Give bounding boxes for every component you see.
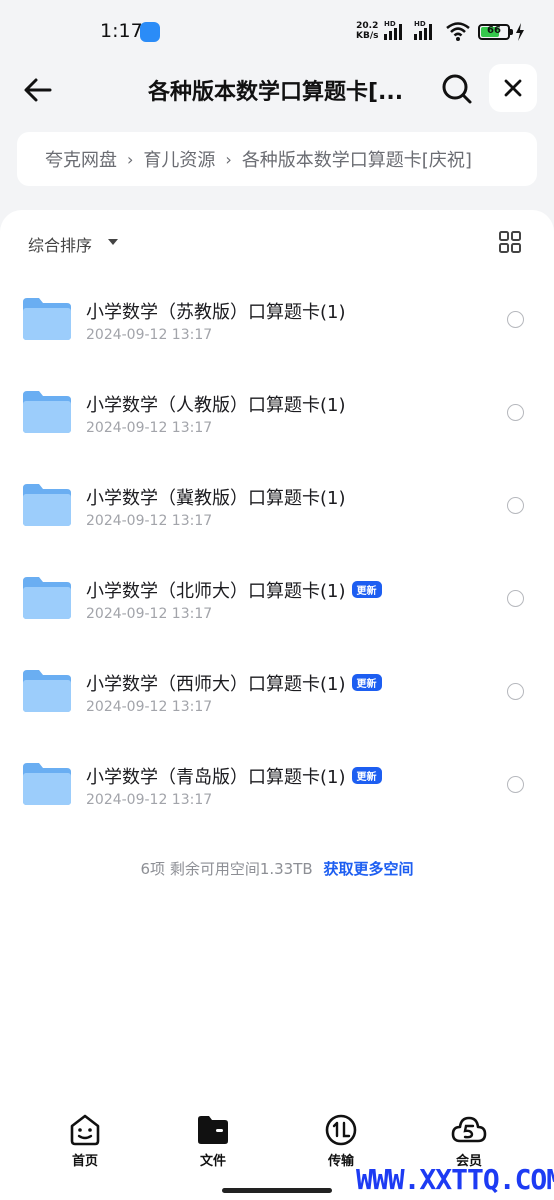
wifi-icon (446, 22, 470, 41)
close-icon (504, 79, 522, 97)
status-time: 1:17 (100, 20, 143, 42)
signal-1-label: HD (384, 20, 396, 28)
folder-icon (23, 670, 71, 712)
back-arrow-icon[interactable] (22, 74, 54, 106)
list-item[interactable]: 小学数学（青岛版）口算题卡(1) 更新 2024-09-12 13:17 (0, 733, 554, 826)
battery-tip (510, 29, 513, 35)
breadcrumb-item-parent[interactable]: 育儿资源 (143, 146, 215, 172)
update-badge: 更新 (351, 581, 382, 598)
storage-info: 6项 剩余可用空间1.33TB 获取更多空间 (0, 858, 554, 879)
signal-2-label: HD (414, 20, 426, 28)
file-list: 小学数学（苏教版）口算题卡(1) 2024-09-12 13:17 小学数学（人… (0, 268, 554, 826)
get-more-space-link[interactable]: 获取更多空间 (323, 860, 413, 878)
file-name: 小学数学（冀教版）口算题卡(1) (86, 488, 346, 509)
nav-item-home[interactable]: 首页 (45, 1114, 125, 1169)
file-date: 2024-09-12 13:17 (86, 420, 213, 436)
breadcrumb: 夸克网盘 › 育儿资源 › 各种版本数学口算题卡[庆祝] (17, 132, 537, 186)
list-item[interactable]: 小学数学（人教版）口算题卡(1) 2024-09-12 13:17 (0, 361, 554, 454)
select-checkbox[interactable] (507, 683, 524, 700)
folder-icon (23, 391, 71, 433)
update-badge: 更新 (351, 674, 382, 691)
file-date: 2024-09-12 13:17 (86, 606, 213, 622)
network-speed: 20.2 KB/s (356, 21, 378, 41)
breadcrumb-item-root[interactable]: 夸克网盘 (45, 146, 117, 172)
search-icon[interactable] (440, 72, 474, 106)
list-item[interactable]: 小学数学（冀教版）口算题卡(1) 2024-09-12 13:17 (0, 454, 554, 547)
list-item[interactable]: 小学数学（北师大）口算题卡(1) 更新 2024-09-12 13:17 (0, 547, 554, 640)
breadcrumb-item-current: 各种版本数学口算题卡[庆祝] (241, 150, 472, 171)
page-title: 各种版本数学口算题卡[... (148, 80, 404, 105)
battery-icon: 66 (478, 24, 510, 40)
membership-cloud-icon (451, 1116, 487, 1143)
home-indicator[interactable] (222, 1188, 332, 1193)
storage-summary: 6项 剩余可用空间1.33TB (140, 860, 313, 878)
charging-icon (516, 23, 524, 41)
file-name: 小学数学（人教版）口算题卡(1) (86, 395, 346, 416)
status-bar: 1:17 20.2 KB/s HD HD 66 (0, 0, 554, 62)
update-badge: 更新 (351, 767, 382, 784)
file-name: 小学数学（西师大）口算题卡(1) 更新 (86, 670, 382, 696)
nav-label: 首页 (71, 1154, 98, 1169)
folder-icon (23, 763, 71, 805)
file-sheet: 综合排序 小学数学（苏教版）口算题卡(1) 2024-09-12 13:17 小… (0, 210, 554, 1200)
file-name: 小学数学（苏教版）口算题卡(1) (86, 302, 346, 323)
breadcrumb-separator-icon: › (225, 149, 232, 169)
select-checkbox[interactable] (507, 776, 524, 793)
nav-item-transfer[interactable]: 传输 (301, 1114, 381, 1169)
folder-icon (23, 484, 71, 526)
header: 各种版本数学口算题卡[... (0, 62, 554, 118)
file-name: 小学数学（青岛版）口算题卡(1) 更新 (86, 763, 382, 789)
network-speed-unit: KB/s (356, 31, 379, 41)
folder-icon (23, 298, 71, 340)
file-date: 2024-09-12 13:17 (86, 792, 213, 808)
select-checkbox[interactable] (507, 311, 524, 328)
folder-icon (23, 577, 71, 619)
network-speed-value: 20.2 (356, 21, 379, 31)
caret-down-icon[interactable] (108, 239, 118, 245)
select-checkbox[interactable] (507, 497, 524, 514)
home-face-icon (70, 1114, 100, 1146)
nav-item-files[interactable]: 文件 (173, 1114, 253, 1169)
sort-dropdown[interactable]: 综合排序 (28, 232, 92, 256)
notification-app-icon (140, 22, 160, 42)
folder-icon (198, 1116, 228, 1144)
list-item[interactable]: 小学数学（苏教版）口算题卡(1) 2024-09-12 13:17 (0, 268, 554, 361)
breadcrumb-separator-icon: › (127, 149, 134, 169)
transfer-icon (325, 1114, 357, 1146)
list-item[interactable]: 小学数学（西师大）口算题卡(1) 更新 2024-09-12 13:17 (0, 640, 554, 733)
file-date: 2024-09-12 13:17 (86, 327, 213, 343)
file-name: 小学数学（北师大）口算题卡(1) 更新 (86, 577, 382, 603)
close-button[interactable] (489, 64, 537, 112)
nav-label: 文件 (199, 1154, 226, 1169)
file-date: 2024-09-12 13:17 (86, 513, 213, 529)
select-checkbox[interactable] (507, 590, 524, 607)
file-date: 2024-09-12 13:17 (86, 699, 213, 715)
select-checkbox[interactable] (507, 404, 524, 421)
grid-view-icon[interactable] (499, 231, 521, 253)
battery-level: 66 (487, 25, 501, 36)
nav-item-membership[interactable]: 会员 (429, 1114, 509, 1169)
watermark: WWW.XXTTQ.COM (356, 1163, 554, 1196)
